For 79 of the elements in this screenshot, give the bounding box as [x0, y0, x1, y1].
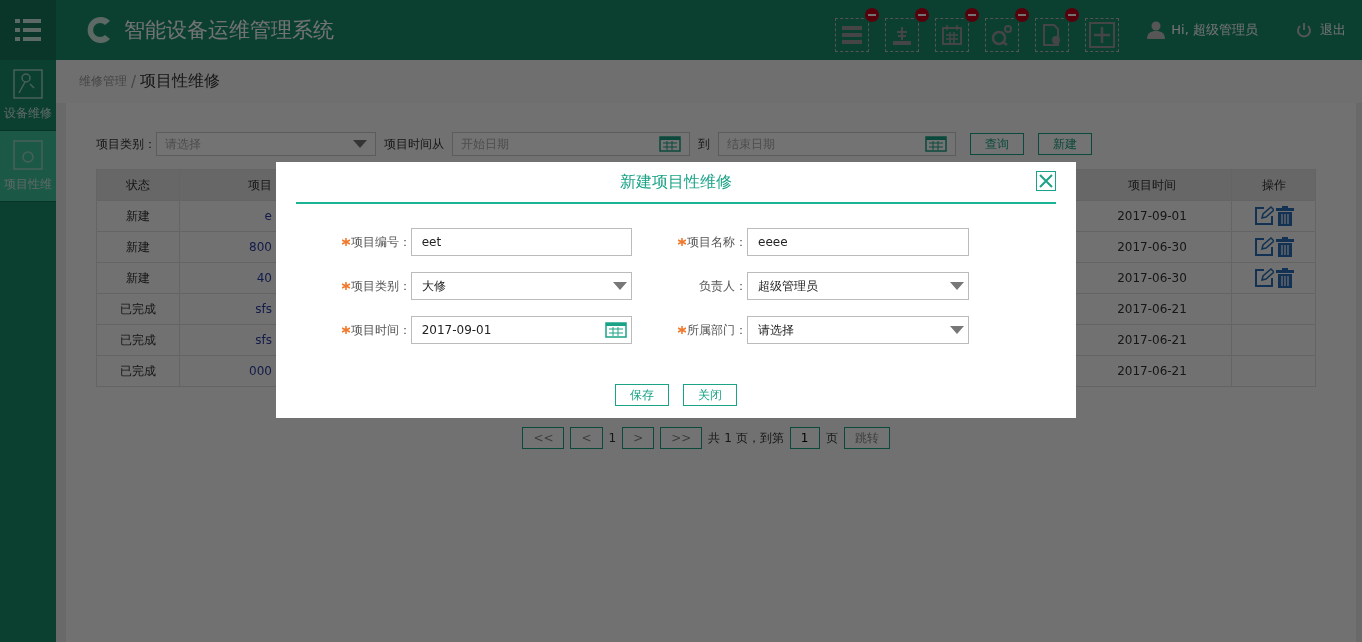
caret-icon: [613, 282, 627, 290]
power-icon[interactable]: [1296, 22, 1312, 38]
edit-icon[interactable]: [1253, 268, 1274, 288]
required-icon: [678, 325, 686, 334]
close-button[interactable]: [1036, 171, 1056, 191]
edit-icon[interactable]: [1253, 237, 1274, 257]
delete-icon[interactable]: [1275, 268, 1294, 288]
field-label: 项目名称：: [632, 233, 747, 251]
dialog-title: 新建项目性维修: [620, 171, 732, 193]
logout-link[interactable]: 退出: [1320, 21, 1346, 39]
toolbar-button[interactable]: [835, 8, 880, 52]
table-cell: 新建: [96, 262, 180, 294]
column-header: 状态: [96, 169, 180, 201]
filter-label: 项目时间从: [384, 135, 444, 153]
prev-page-button[interactable]: <: [570, 427, 603, 449]
remove-badge[interactable]: [965, 8, 980, 22]
page-title: 项目性维修: [140, 71, 221, 92]
search-icon: [991, 24, 1014, 46]
remove-badge[interactable]: [1015, 8, 1030, 22]
table-cell: 新建: [96, 200, 180, 232]
first-page-button[interactable]: <<: [522, 427, 565, 449]
field-label: 项目类别：: [296, 277, 411, 295]
user-greeting: Hi, 超级管理员: [1171, 21, 1258, 39]
page-suffix: 页: [825, 429, 838, 447]
menu-icon[interactable]: [15, 18, 41, 42]
select-field[interactable]: 请选择: [747, 316, 969, 344]
filter-label: 项目类别：: [96, 135, 156, 153]
caret-icon: [950, 282, 964, 290]
remove-badge[interactable]: [1065, 8, 1080, 22]
page-total: 共 1 页，到第: [708, 429, 784, 447]
filter-label: 到: [698, 135, 710, 153]
calendar-icon[interactable]: [925, 136, 947, 152]
user-icon: [1147, 21, 1166, 39]
toolbar-button[interactable]: [985, 8, 1030, 52]
toolbar-button[interactable]: [885, 8, 930, 52]
table-cell: 已完成: [96, 324, 180, 356]
page-number: 1: [608, 431, 617, 445]
edit-icon[interactable]: [1253, 206, 1274, 226]
field-label: 负责人：: [698, 277, 747, 295]
calendar-icon: [941, 24, 964, 46]
required-icon: [678, 237, 686, 246]
remove-badge[interactable]: [915, 8, 930, 22]
date-field[interactable]: 2017-09-01: [410, 316, 632, 344]
calendar-icon[interactable]: [659, 136, 681, 152]
select-field[interactable]: 大修: [410, 272, 632, 300]
dialog-button[interactable]: 关闭: [683, 384, 737, 406]
dialog-button[interactable]: 保存: [615, 384, 669, 406]
wrench-icon: [13, 68, 43, 99]
table-cell: 新建: [96, 231, 180, 263]
toolbar-button[interactable]: [1035, 8, 1080, 52]
input-field[interactable]: eeee: [747, 228, 969, 256]
table-cell: 已完成: [96, 293, 180, 325]
page-input[interactable]: 1: [789, 427, 820, 449]
table-cell: 已完成: [96, 355, 180, 387]
required-icon: [341, 325, 350, 334]
toolbar-button[interactable]: [935, 8, 980, 52]
caret-icon: [950, 326, 964, 334]
toolbar-button[interactable]: 查询: [970, 133, 1024, 155]
field-label: 所属部门：: [632, 321, 747, 339]
select-field[interactable]: 超级管理员: [747, 272, 969, 300]
next-page-button[interactable]: >: [622, 427, 655, 449]
column-header: 项目: [179, 169, 277, 201]
list-icon: [841, 25, 864, 45]
delete-icon[interactable]: [1275, 206, 1294, 226]
caret-icon: [353, 140, 367, 148]
last-page-button[interactable]: >>: [660, 427, 703, 449]
breadcrumb-separator: /: [131, 72, 137, 91]
app-title: 智能设备运维管理系统: [124, 17, 334, 44]
delete-icon[interactable]: [1275, 237, 1294, 257]
remove-badge[interactable]: [865, 8, 880, 22]
plus-icon: [1089, 22, 1116, 48]
toolbar-button[interactable]: 新建: [1038, 133, 1092, 155]
field-label: 项目编号：: [296, 233, 411, 251]
input-field[interactable]: eet: [410, 228, 632, 256]
calendar-icon[interactable]: [605, 322, 627, 338]
field-label: 项目时间：: [296, 321, 411, 339]
column-header: 操作: [1231, 169, 1316, 201]
required-icon: [341, 237, 350, 246]
required-icon: [341, 281, 350, 290]
